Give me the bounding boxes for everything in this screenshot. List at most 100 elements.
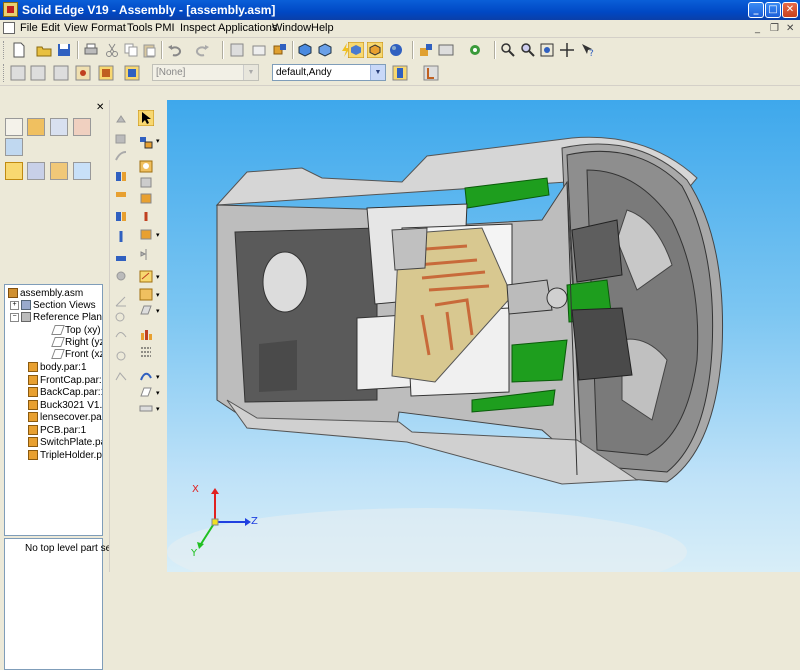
layer-combo[interactable]: [None] ▼ bbox=[152, 64, 259, 81]
gear-relation-icon[interactable] bbox=[114, 350, 128, 363]
angle-icon[interactable] bbox=[114, 295, 128, 308]
relationships-icon[interactable] bbox=[53, 65, 69, 81]
tree-item-frontcap[interactable]: FrontCap.par:1 bbox=[28, 375, 102, 387]
insert-icon[interactable] bbox=[114, 210, 128, 223]
chevron-down-icon[interactable]: ▼ bbox=[243, 65, 258, 80]
web-tab-icon[interactable] bbox=[5, 138, 23, 156]
assembly-tools-icon[interactable] bbox=[418, 42, 434, 58]
whats-this-help-icon[interactable]: ? bbox=[580, 42, 596, 58]
menu-view[interactable]: View bbox=[64, 22, 88, 34]
close-button[interactable]: ✕ bbox=[782, 2, 798, 18]
move-part-icon[interactable] bbox=[114, 150, 128, 163]
display-config-icon[interactable] bbox=[438, 42, 454, 58]
feature-library-tab-icon[interactable] bbox=[50, 118, 68, 136]
tree-item-top-plane[interactable]: Top (xy) bbox=[51, 325, 101, 337]
redo-icon[interactable] bbox=[194, 42, 210, 58]
mirror-icon[interactable] bbox=[139, 248, 153, 261]
mdi-restore-button[interactable]: ❐ bbox=[770, 23, 779, 34]
groups-tab-icon[interactable] bbox=[50, 162, 68, 180]
tree-item-body[interactable]: body.par:1 bbox=[28, 362, 87, 374]
undo-icon[interactable] bbox=[167, 42, 183, 58]
dropdown-arrow-icon[interactable]: ▾ bbox=[156, 273, 160, 281]
axial-align-icon[interactable] bbox=[114, 230, 128, 243]
dropdown-arrow-icon[interactable]: ▾ bbox=[156, 307, 160, 315]
color-icon[interactable] bbox=[75, 65, 91, 81]
iso-view-icon[interactable] bbox=[297, 42, 313, 58]
3d-viewport[interactable]: X Z Y bbox=[167, 100, 800, 572]
tree-item-switchplate[interactable]: SwitchPlate.par:1 bbox=[28, 437, 102, 449]
tree-item-reference-planes[interactable]: − Reference Planes bbox=[10, 312, 102, 324]
bar-chart-icon[interactable] bbox=[139, 328, 153, 341]
layers-tab-icon[interactable] bbox=[27, 162, 45, 180]
sketch-icon[interactable] bbox=[139, 270, 153, 283]
save-icon[interactable] bbox=[56, 42, 72, 58]
snap-gear-icon[interactable] bbox=[467, 42, 483, 58]
shaded-edges-icon[interactable] bbox=[367, 42, 383, 58]
tangent-icon[interactable] bbox=[114, 310, 128, 323]
menu-tools[interactable]: Tools bbox=[127, 22, 153, 34]
tree-item-tripleholder[interactable]: TripleHolder.par:1 bbox=[28, 450, 102, 462]
reference-plane-icon[interactable] bbox=[139, 304, 153, 317]
menu-inspect[interactable]: Inspect bbox=[180, 22, 215, 34]
component-structure-icon[interactable] bbox=[139, 136, 153, 149]
menu-edit[interactable]: Edit bbox=[41, 22, 60, 34]
dropdown-arrow-icon[interactable]: ▾ bbox=[156, 137, 160, 145]
dropdown-arrow-icon[interactable]: ▾ bbox=[156, 291, 160, 299]
print-icon[interactable] bbox=[83, 42, 99, 58]
dropdown-arrow-icon[interactable]: ▾ bbox=[156, 389, 160, 397]
chamfer-icon[interactable] bbox=[139, 210, 153, 223]
new-file-icon[interactable] bbox=[11, 42, 27, 58]
place-part-icon[interactable] bbox=[114, 114, 128, 127]
mdi-close-button[interactable]: ✕ bbox=[786, 23, 794, 34]
insert-part-icon[interactable] bbox=[272, 42, 288, 58]
revolved-cutout-icon[interactable] bbox=[139, 192, 153, 205]
cutout-icon[interactable] bbox=[139, 176, 153, 189]
tree-item-front-plane[interactable]: Front (xz) bbox=[51, 349, 102, 361]
copy-icon[interactable] bbox=[123, 42, 139, 58]
fit-view-icon[interactable] bbox=[539, 42, 555, 58]
select-arrow-icon[interactable] bbox=[138, 110, 154, 126]
open-folder-icon[interactable] bbox=[36, 42, 52, 58]
tree-item-lensecover[interactable]: lensecover.par:1 bbox=[28, 412, 102, 424]
render-sphere-icon[interactable] bbox=[388, 42, 404, 58]
shaded-view-icon[interactable] bbox=[348, 42, 364, 58]
pmi-tool-icon[interactable] bbox=[423, 65, 439, 81]
tree-item-pcb[interactable]: PCB.par:1 bbox=[28, 425, 86, 437]
explode-tab-icon[interactable] bbox=[73, 162, 91, 180]
layer-tool-icon[interactable] bbox=[124, 65, 140, 81]
pathfinder-tab-icon[interactable] bbox=[5, 162, 23, 180]
planar-align-icon[interactable] bbox=[114, 252, 128, 265]
menu-format[interactable]: Format bbox=[91, 22, 126, 34]
document-icon[interactable] bbox=[3, 22, 15, 34]
menu-help[interactable]: Help bbox=[311, 22, 334, 34]
pattern-tool-icon[interactable] bbox=[139, 228, 153, 241]
align-icon[interactable] bbox=[114, 188, 128, 201]
minimize-button[interactable]: _ bbox=[748, 2, 764, 18]
family-tab-icon[interactable] bbox=[27, 118, 45, 136]
library-tab-icon[interactable] bbox=[5, 118, 23, 136]
wire-icon[interactable] bbox=[139, 370, 153, 383]
pattern-icon[interactable] bbox=[30, 65, 46, 81]
tree-item-buck3021[interactable]: Buck3021 V1.par:1 bbox=[28, 400, 102, 412]
chevron-down-icon[interactable]: ▼ bbox=[370, 65, 385, 80]
maximize-button[interactable]: □ bbox=[765, 2, 781, 18]
cut-icon[interactable] bbox=[104, 42, 120, 58]
grid-icon[interactable] bbox=[139, 345, 153, 358]
path-icon[interactable] bbox=[114, 370, 128, 383]
style-icon[interactable] bbox=[10, 65, 26, 81]
mate-icon[interactable] bbox=[114, 170, 128, 183]
menu-applications[interactable]: Applications bbox=[218, 22, 277, 34]
pipe-icon[interactable] bbox=[139, 402, 153, 415]
properties-icon[interactable] bbox=[229, 42, 245, 58]
zoom-icon[interactable] bbox=[520, 42, 536, 58]
paste-icon[interactable] bbox=[141, 42, 157, 58]
dropdown-arrow-icon[interactable]: ▾ bbox=[156, 231, 160, 239]
part-painter-icon[interactable] bbox=[98, 65, 114, 81]
pane-close-button[interactable]: ✕ bbox=[96, 102, 104, 113]
zoom-area-icon[interactable] bbox=[500, 42, 516, 58]
cam-icon[interactable] bbox=[114, 328, 128, 341]
sensors-tab-icon[interactable] bbox=[73, 118, 91, 136]
tree-item-section-views[interactable]: + Section Views bbox=[10, 300, 96, 312]
solid-edge-app-icon[interactable] bbox=[3, 2, 18, 17]
connect-icon[interactable] bbox=[114, 270, 128, 283]
